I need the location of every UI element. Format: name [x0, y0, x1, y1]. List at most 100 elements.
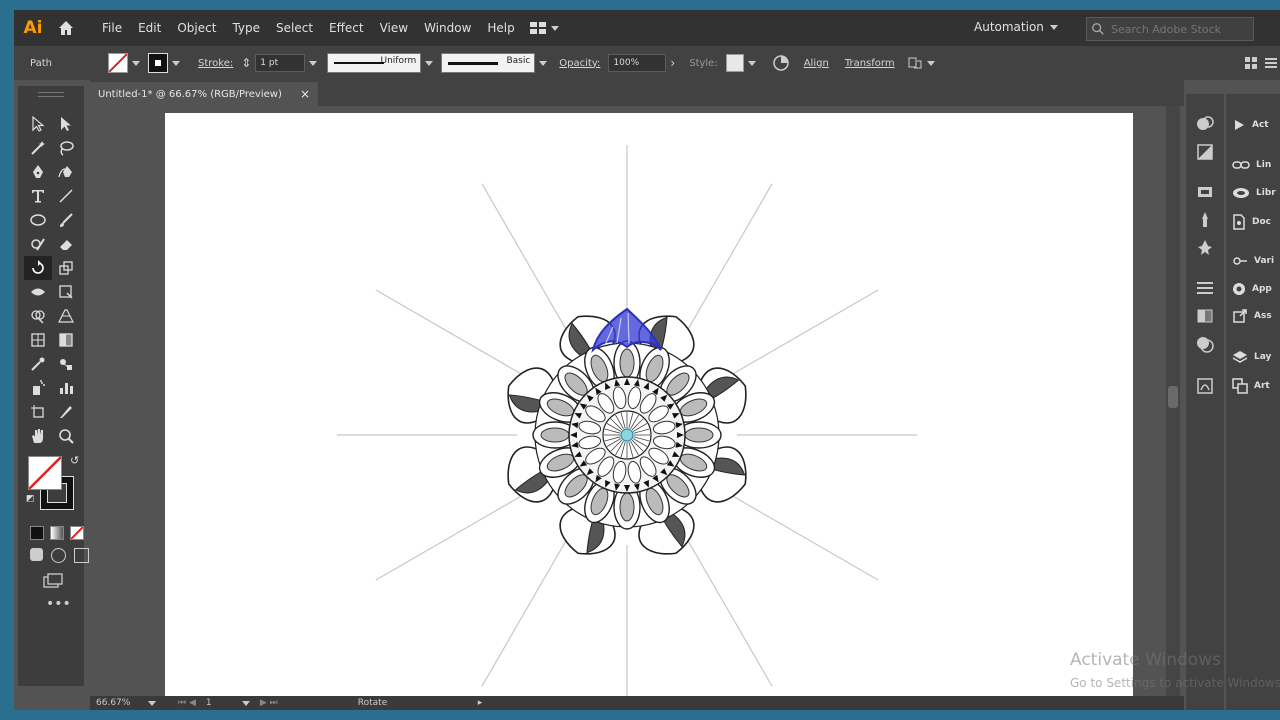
- toolbar-grip[interactable]: [38, 92, 64, 97]
- menu-file[interactable]: File: [94, 21, 130, 35]
- color-mode-none[interactable]: [70, 526, 84, 540]
- perspective-grid-tool[interactable]: [52, 304, 80, 328]
- menu-help[interactable]: Help: [479, 21, 522, 35]
- menu-window[interactable]: Window: [416, 21, 479, 35]
- artboard[interactable]: [165, 113, 1133, 710]
- menu-type[interactable]: Type: [224, 21, 268, 35]
- stroke-weight-field[interactable]: 1 pt: [255, 54, 306, 72]
- panel-variables[interactable]: Vari: [1232, 254, 1274, 268]
- vertical-scrollbar[interactable]: [1166, 106, 1180, 696]
- scale-tool[interactable]: [52, 256, 80, 280]
- artboard-tool[interactable]: [24, 400, 52, 424]
- graphic-style-control[interactable]: [725, 54, 756, 72]
- ellipse-tool[interactable]: [24, 208, 52, 232]
- workspace-switcher[interactable]: Automation: [974, 20, 1058, 34]
- status-arrow-icon[interactable]: ▸: [478, 698, 483, 708]
- menu-view[interactable]: View: [372, 21, 416, 35]
- line-segment-tool[interactable]: [52, 184, 80, 208]
- style-swatch[interactable]: [725, 54, 744, 72]
- canvas-area[interactable]: [90, 106, 1184, 710]
- curvature-tool[interactable]: [52, 160, 80, 184]
- stroke-label[interactable]: Stroke:: [198, 58, 233, 69]
- selection-tool[interactable]: [24, 112, 52, 136]
- stepper-icon[interactable]: ⇕: [241, 56, 251, 70]
- paintbrush-tool[interactable]: [52, 208, 80, 232]
- symbols-icon[interactable]: [1195, 238, 1215, 258]
- magic-wand-tool[interactable]: [24, 136, 52, 160]
- eraser-tool[interactable]: [52, 232, 80, 256]
- stroke-panel-icon[interactable]: [1195, 278, 1215, 298]
- column-graph-tool[interactable]: [52, 376, 80, 400]
- profile-box[interactable]: Uniform: [327, 53, 422, 73]
- width-tool[interactable]: [24, 280, 52, 304]
- artboard-nav-next-icons[interactable]: ▶ ⏭: [260, 698, 278, 708]
- opacity-label[interactable]: Opacity:: [559, 58, 600, 69]
- opacity-control[interactable]: 100% ›: [608, 54, 675, 72]
- menu-lines-icon[interactable]: [1264, 56, 1278, 70]
- brush-definition[interactable]: Basic: [441, 53, 548, 73]
- menu-object[interactable]: Object: [169, 21, 224, 35]
- fill-color-control[interactable]: [108, 53, 140, 73]
- brush-box[interactable]: Basic: [441, 53, 536, 73]
- menu-edit[interactable]: Edit: [130, 21, 169, 35]
- fill-color-box[interactable]: [28, 456, 62, 490]
- color-mode-gradient[interactable]: [50, 526, 64, 540]
- menu-effect[interactable]: Effect: [321, 21, 372, 35]
- fill-stroke-widget[interactable]: ↺ ◩: [26, 454, 80, 512]
- zoom-tool[interactable]: [52, 424, 80, 448]
- stroke-color-control[interactable]: [148, 53, 180, 73]
- hand-tool[interactable]: [24, 424, 52, 448]
- arrange-documents-button[interactable]: [529, 21, 559, 35]
- stock-search-input[interactable]: [1109, 21, 1253, 37]
- color-guide-icon[interactable]: [1195, 142, 1215, 162]
- artboard-nav-icons[interactable]: ⏮ ◀: [178, 698, 196, 708]
- mandala-artwork[interactable]: [165, 113, 1133, 710]
- document-tab[interactable]: Untitled-1* @ 66.67% (RGB/Preview) ×: [90, 82, 318, 106]
- transparency-icon[interactable]: [1195, 334, 1215, 354]
- scroll-thumb[interactable]: [1168, 386, 1178, 408]
- slice-tool[interactable]: [52, 400, 80, 424]
- swatches-icon[interactable]: [1195, 182, 1215, 202]
- panel-artboards[interactable]: Art: [1232, 378, 1270, 394]
- panel-libraries[interactable]: Libr: [1232, 186, 1276, 200]
- pen-tool[interactable]: [24, 160, 52, 184]
- stroke-weight-control[interactable]: ⇕ 1 pt: [241, 54, 318, 72]
- recolor-artwork-icon[interactable]: [772, 54, 790, 72]
- zoom-level[interactable]: 66.67%: [96, 698, 148, 708]
- isolate-icon[interactable]: [907, 55, 923, 71]
- draw-normal-icon[interactable]: [30, 548, 43, 561]
- panel-links[interactable]: Lin: [1232, 158, 1271, 172]
- home-icon[interactable]: [56, 18, 76, 38]
- variable-width-profile[interactable]: Uniform: [327, 53, 434, 73]
- edit-toolbar-icon[interactable]: •••: [46, 596, 71, 612]
- panel-document-info[interactable]: Doc: [1232, 214, 1271, 230]
- default-colors-icon[interactable]: ◩: [26, 494, 35, 504]
- shape-builder-tool[interactable]: [24, 304, 52, 328]
- image-trace-icon[interactable]: [1195, 376, 1215, 396]
- eyedropper-tool[interactable]: [24, 352, 52, 376]
- free-transform-tool[interactable]: [52, 280, 80, 304]
- gradient-tool[interactable]: [52, 328, 80, 352]
- direct-selection-tool[interactable]: [52, 112, 80, 136]
- transform-link[interactable]: Transform: [845, 58, 895, 69]
- draw-behind-icon[interactable]: [51, 548, 66, 563]
- swap-fill-stroke-icon[interactable]: ↺: [70, 454, 79, 467]
- brushes-icon[interactable]: [1195, 210, 1215, 230]
- panel-asset-export[interactable]: Ass: [1232, 308, 1272, 324]
- panel-actions[interactable]: Act: [1232, 118, 1269, 132]
- opacity-field[interactable]: 100%: [608, 54, 667, 72]
- shaper-tool[interactable]: [24, 232, 52, 256]
- blend-tool[interactable]: [52, 352, 80, 376]
- rotate-tool[interactable]: [24, 256, 52, 280]
- fill-swatch[interactable]: [108, 53, 128, 73]
- stock-search-box[interactable]: [1086, 17, 1254, 41]
- lasso-tool[interactable]: [52, 136, 80, 160]
- stroke-swatch[interactable]: [148, 53, 168, 73]
- align-link[interactable]: Align: [804, 58, 829, 69]
- artboard-number[interactable]: 1: [206, 698, 242, 708]
- mesh-tool[interactable]: [24, 328, 52, 352]
- symbol-sprayer-tool[interactable]: [24, 376, 52, 400]
- menu-select[interactable]: Select: [268, 21, 321, 35]
- panel-appearance[interactable]: App: [1232, 282, 1272, 296]
- chevron-right-icon[interactable]: ›: [670, 56, 675, 70]
